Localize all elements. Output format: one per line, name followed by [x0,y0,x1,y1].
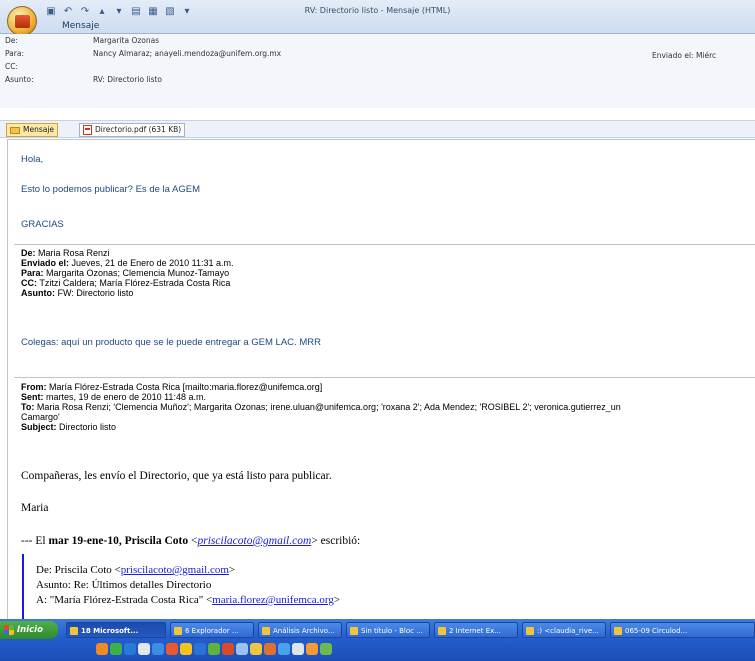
attachment-bar: Mensaje Directorio.pdf (631 KB) [0,120,755,138]
from-value[interactable]: Margarita Ozonas [93,35,159,47]
cc-label: CC: [5,62,19,71]
taskbar-button-notepad[interactable]: Sin título - Bloc ... [346,622,430,638]
message-tab-button[interactable]: Mensaje [6,123,59,137]
quoted-subject: Asunto: Re: Últimos detalles Directorio [36,579,212,591]
quoted-from-email-link[interactable]: priscilacoto@gmail.com [121,564,229,576]
quick-launch-icon[interactable] [208,643,220,655]
quick-launch-icon[interactable] [96,643,108,655]
sent-field: Enviado el: Miérc [652,51,716,60]
quick-launch-icon[interactable] [152,643,164,655]
taskbar-button-explorer[interactable]: 6 Explorador ... [170,622,254,638]
quick-launch-icon[interactable] [194,643,206,655]
start-button[interactable]: Inicio [0,621,58,639]
quote-intro: --- El mar 19-ene-10, Priscila Coto <pri… [21,535,361,547]
sent-label: Enviado el: [652,51,694,60]
window-title: RV: Directorio listo - Mensaje (HTML) [304,6,451,15]
subject-label: Asunto: [5,75,34,84]
office-logo-icon [15,15,30,28]
quick-launch-icon[interactable] [306,643,318,655]
separator [14,377,755,378]
colegas-text: Colegas: aquí un producto que se le pued… [21,337,321,348]
quote-intro-email-link[interactable]: priscilacoto@gmail.com [198,535,312,547]
forward-header-2: From: María Flórez-Estrada Costa Rica [m… [21,382,621,432]
quick-launch-icon[interactable] [320,643,332,655]
to-value[interactable]: Nancy Almaraz; anayeli.mendoza@unifem.or… [93,48,281,60]
fwd1-subject: Asunto: FW: Directorio listo [21,288,134,298]
pdf-icon [83,125,92,135]
fwd2-to: To: Maria Rosa Renzi; 'Clemencia Muñoz';… [21,402,621,412]
companeras-text: Compañeras, les envío el Directorio, que… [21,470,332,482]
subject-value: RV: Directorio listo [93,75,163,84]
from-label: De: [5,36,18,45]
taskbar-button-internet-explorer[interactable]: 2 Internet Ex... [434,622,518,638]
sent-value: Miérc [695,51,717,60]
taskbar-button-analisis[interactable]: Análisis Archivo... [258,622,342,638]
quick-launch-bar [96,641,332,657]
thanks-text: GRACIAS [21,219,64,230]
fwd1-cc: CC: Tzitzi Caldera; María Flórez-Estrada… [21,278,231,288]
greeting: Hola, [21,154,44,165]
quick-launch-icon[interactable] [180,643,192,655]
separator [14,244,755,245]
message-header: De: Margarita Ozonas Para: Nancy Almaraz… [0,34,755,108]
quick-launch-icon[interactable] [166,643,178,655]
windows-logo-icon [4,625,14,635]
quoted-from: De: Priscila Coto <priscilacoto@gmail.co… [36,564,236,576]
message-body[interactable]: Hola, Esto lo podemos publicar? Es de la… [7,139,755,619]
taskbar-button-circular[interactable]: 065-09 Circulod... [610,622,755,638]
forward-header-1: De: Maria Rosa Renzi Enviado el: Jueves,… [21,248,233,298]
fwd1-to: Para: Margarita Ozonas; Clemencia Munoz-… [21,268,230,278]
pdf-attachment[interactable]: Directorio.pdf (631 KB) [79,123,186,137]
quoted-to: A: "María Flórez-Estrada Costa Rica" <ma… [36,594,341,606]
quick-launch-icon[interactable] [250,643,262,655]
quick-launch-icon[interactable] [138,643,150,655]
message-tab-label: Mensaje [23,125,55,134]
pdf-attachment-label: Directorio.pdf (631 KB) [95,125,182,134]
taskbar-button-outlook[interactable]: 18 Microsoft... [66,622,166,638]
quick-launch-icon[interactable] [222,643,234,655]
start-label: Inicio [17,625,43,635]
quick-launch-icon[interactable] [236,643,248,655]
quoted-message: De: Priscila Coto <priscilacoto@gmail.co… [22,554,742,619]
fwd2-sent: Sent: martes, 19 de enero de 2010 11:48 … [21,392,206,402]
quick-launch-icon[interactable] [124,643,136,655]
fwd2-subject: Subject: Directorio listo [21,422,117,432]
signature: Maria [21,502,49,514]
title-bar: ▣ ↶ ↷ ▴ ▾ ▤ ▦ ▧ ▾ RV: Directorio listo -… [0,0,755,36]
quick-launch-icon[interactable] [264,643,276,655]
quoted-to-email-link[interactable]: maria.florez@unifemca.org [212,594,334,606]
quick-launch-icon[interactable] [278,643,290,655]
fwd2-to-cont: Camargo' [21,412,60,422]
to-label: Para: [5,49,24,58]
taskbar: Inicio 18 Microsoft... 6 Explorador ... … [0,619,755,661]
tab-mensaje[interactable]: Mensaje [56,19,105,34]
fwd1-sent: Enviado el: Jueves, 21 de Enero de 2010 … [21,258,234,268]
message-icon [10,126,20,134]
quick-launch-icon[interactable] [292,643,304,655]
taskbar-button-chat[interactable]: :) <claudia_rive... [522,622,606,638]
fwd1-from: De: Maria Rosa Renzi [21,248,110,258]
body-line-1: Esto lo podemos publicar? Es de la AGEM [21,184,201,195]
quick-launch-icon[interactable] [110,643,122,655]
fwd2-from: From: María Flórez-Estrada Costa Rica [m… [21,382,323,392]
